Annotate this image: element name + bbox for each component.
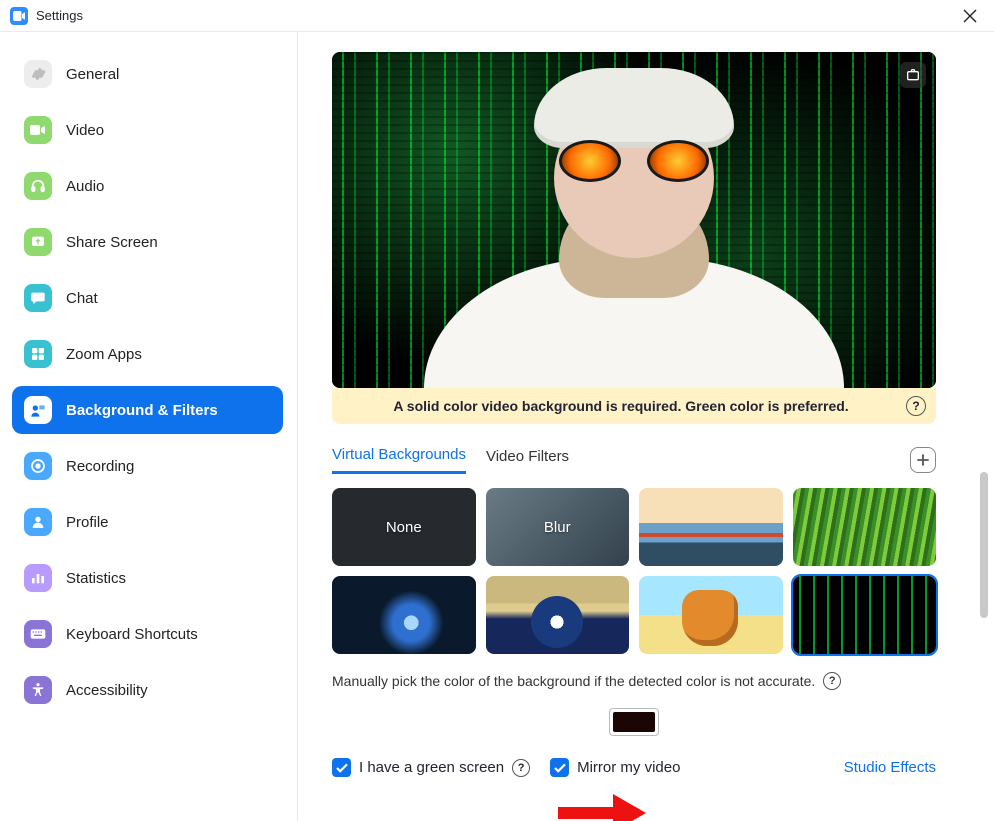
statistics-icon	[24, 564, 52, 592]
bg-thumb-bridge[interactable]	[639, 488, 783, 566]
sidebar-item-background-filters[interactable]: Background & Filters	[12, 386, 283, 434]
sidebar-item-accessibility[interactable]: Accessibility	[12, 666, 283, 714]
sidebar-item-zoom-apps[interactable]: Zoom Apps	[12, 330, 283, 378]
checkbox-box	[332, 758, 351, 777]
sidebar-item-label: General	[66, 66, 119, 83]
sidebar-item-label: Audio	[66, 178, 104, 195]
plus-icon	[916, 453, 930, 467]
bg-thumb-grass[interactable]	[793, 488, 937, 566]
green-screen-help-button[interactable]: ?	[512, 759, 530, 777]
thumb-label: Blur	[544, 519, 571, 536]
add-background-button[interactable]	[910, 447, 936, 473]
bg-thumb-blur[interactable]: Blur	[486, 488, 630, 566]
titlebar: Settings	[0, 0, 994, 32]
content-panel: A solid color video background is requir…	[298, 32, 994, 821]
checkbox-box	[550, 758, 569, 777]
swatch-color	[613, 712, 655, 732]
sidebar-item-label: Accessibility	[66, 682, 148, 699]
headphones-icon	[24, 172, 52, 200]
chat-icon	[24, 284, 52, 312]
apps-icon	[24, 340, 52, 368]
banner-text: A solid color video background is requir…	[393, 398, 848, 414]
checkbox-label: I have a green screen	[359, 759, 504, 776]
accessibility-icon	[24, 676, 52, 704]
sidebar-item-label: Recording	[66, 458, 134, 475]
background-filters-icon	[24, 396, 52, 424]
thumb-label: None	[386, 519, 422, 536]
recording-icon	[24, 452, 52, 480]
color-hint: Manually pick the color of the backgroun…	[332, 672, 960, 690]
info-banner: A solid color video background is requir…	[332, 388, 936, 424]
sidebar-item-audio[interactable]: Audio	[12, 162, 283, 210]
tabs: Virtual Backgrounds Video Filters	[332, 446, 936, 474]
bg-thumb-pineapple[interactable]	[639, 576, 783, 654]
sidebar: General Video Audio Share Screen	[0, 32, 298, 821]
check-icon	[336, 763, 348, 773]
annotation-arrow-icon	[558, 788, 648, 821]
keyboard-icon	[24, 620, 52, 648]
profile-icon	[24, 508, 52, 536]
sidebar-item-label: Video	[66, 122, 104, 139]
tab-label: Video Filters	[486, 448, 569, 465]
rotate-icon	[905, 67, 921, 83]
bottom-options: I have a green screen ? Mirror my video …	[332, 758, 936, 777]
sidebar-item-statistics[interactable]: Statistics	[12, 554, 283, 602]
sidebar-item-label: Statistics	[66, 570, 126, 587]
checkbox-green-screen[interactable]: I have a green screen ?	[332, 758, 530, 777]
share-screen-icon	[24, 228, 52, 256]
color-swatch[interactable]	[609, 708, 659, 736]
window-title: Settings	[36, 8, 948, 23]
zoom-logo-icon	[10, 7, 28, 25]
sidebar-item-keyboard-shortcuts[interactable]: Keyboard Shortcuts	[12, 610, 283, 658]
tab-video-filters[interactable]: Video Filters	[486, 448, 569, 473]
sidebar-item-label: Profile	[66, 514, 109, 531]
background-grid: None Blur	[332, 488, 936, 654]
sidebar-item-label: Zoom Apps	[66, 346, 142, 363]
bg-thumb-earth[interactable]	[332, 576, 476, 654]
sidebar-item-label: Keyboard Shortcuts	[66, 626, 198, 643]
sidebar-item-label: Background & Filters	[66, 402, 218, 419]
tab-virtual-backgrounds[interactable]: Virtual Backgrounds	[332, 446, 466, 474]
gear-icon	[24, 60, 52, 88]
checkbox-mirror-video[interactable]: Mirror my video	[550, 758, 680, 777]
video-icon	[24, 116, 52, 144]
sidebar-item-video[interactable]: Video	[12, 106, 283, 154]
sidebar-item-share-screen[interactable]: Share Screen	[12, 218, 283, 266]
sidebar-item-label: Share Screen	[66, 234, 158, 251]
check-icon	[554, 763, 566, 773]
bg-thumb-oval-office[interactable]	[486, 576, 630, 654]
rotate-camera-button[interactable]	[900, 62, 926, 88]
video-preview	[332, 52, 936, 388]
tab-label: Virtual Backgrounds	[332, 446, 466, 463]
close-icon	[963, 9, 977, 23]
bg-thumb-none[interactable]: None	[332, 488, 476, 566]
sidebar-item-recording[interactable]: Recording	[12, 442, 283, 490]
hint-help-button[interactable]: ?	[823, 672, 841, 690]
banner-help-button[interactable]: ?	[906, 396, 926, 416]
checkbox-label: Mirror my video	[577, 759, 680, 776]
close-button[interactable]	[956, 2, 984, 30]
scrollbar-thumb[interactable]	[980, 472, 988, 618]
hint-text: Manually pick the color of the backgroun…	[332, 673, 815, 689]
studio-effects-link[interactable]: Studio Effects	[844, 759, 936, 776]
bg-thumb-matrix[interactable]	[793, 576, 937, 654]
sidebar-item-chat[interactable]: Chat	[12, 274, 283, 322]
sidebar-item-label: Chat	[66, 290, 98, 307]
sidebar-item-general[interactable]: General	[12, 50, 283, 98]
sidebar-item-profile[interactable]: Profile	[12, 498, 283, 546]
